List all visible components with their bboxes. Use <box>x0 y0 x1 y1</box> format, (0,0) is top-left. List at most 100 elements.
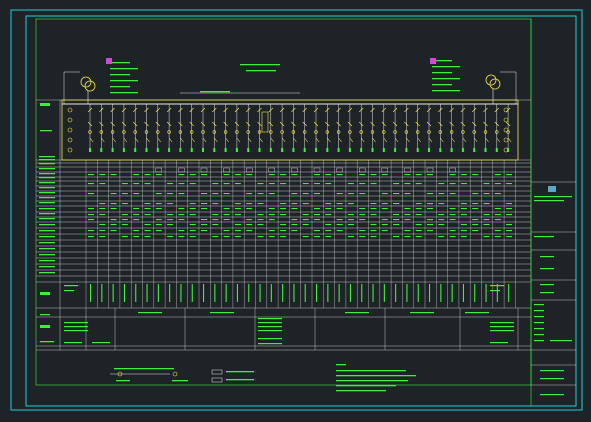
cell-value <box>201 203 207 205</box>
cell-value <box>110 230 117 232</box>
incoming-device-symbol <box>503 127 509 133</box>
feeder-description <box>123 284 125 302</box>
feeder-tag <box>337 148 340 152</box>
cell-value <box>201 208 207 210</box>
earth-switch-symbol <box>134 137 139 143</box>
cell-value <box>381 174 388 176</box>
cell-value <box>393 219 400 221</box>
cell-value <box>325 183 332 185</box>
cell-value <box>359 219 366 221</box>
cell-value <box>88 219 94 221</box>
feeder-description <box>236 284 238 302</box>
remark-text <box>258 343 282 345</box>
feeder-number-box <box>381 167 388 173</box>
row-label-mark <box>39 197 55 199</box>
row-label-mark <box>39 202 55 204</box>
feeder-tag <box>348 148 351 152</box>
cell-value <box>302 203 309 205</box>
feeder-tag <box>394 148 397 152</box>
cell-value <box>291 174 298 176</box>
cell-value <box>494 208 501 210</box>
feeder-description <box>429 284 431 302</box>
cell-value <box>370 236 377 238</box>
row-label-mark <box>39 224 55 226</box>
cell-value <box>438 193 445 195</box>
feeder-description <box>474 284 476 302</box>
feeder-description <box>90 284 92 302</box>
left-transformer-note <box>110 86 130 88</box>
cell-value <box>223 174 230 176</box>
feeder-tag <box>292 148 295 152</box>
feeder-tag <box>382 148 385 152</box>
row-label-mark <box>39 248 55 250</box>
cell-value <box>280 236 287 238</box>
cell-value <box>302 224 309 226</box>
row-label-mark <box>40 292 50 295</box>
legend-symbol <box>172 371 178 377</box>
cell-value <box>110 193 117 195</box>
remark-text <box>410 312 434 314</box>
cell-value <box>110 224 117 226</box>
feeder-description <box>169 284 171 302</box>
cell-value <box>121 203 128 205</box>
cell-value <box>404 236 411 238</box>
cell-value <box>336 208 343 210</box>
feeder-number-box <box>426 167 434 173</box>
row-label-mark <box>39 168 55 170</box>
cell-value <box>167 183 174 185</box>
cell-value <box>393 236 400 238</box>
cell-value <box>155 230 162 232</box>
cell-value <box>314 236 320 238</box>
cell-value <box>314 208 320 210</box>
right-transformer-note <box>432 78 460 80</box>
cell-value <box>302 193 309 195</box>
cell-value <box>144 203 151 205</box>
cell-value <box>472 208 479 210</box>
earth-switch-symbol <box>406 137 410 143</box>
feeder-description <box>157 284 159 302</box>
feeder-description <box>349 284 351 302</box>
cell-value <box>223 219 230 221</box>
switchgear-panel-frame <box>61 99 519 161</box>
center-title-text <box>246 70 276 72</box>
cell-value <box>257 214 264 216</box>
cell-value <box>472 203 479 205</box>
cell-value <box>144 236 151 238</box>
feeder-description <box>338 284 340 302</box>
cell-value <box>133 208 140 210</box>
feeder-tag <box>326 148 329 152</box>
feeder-description <box>485 284 487 302</box>
cell-value <box>427 224 433 226</box>
earth-switch-symbol <box>428 137 433 143</box>
cell-value <box>144 174 151 176</box>
feeder-description <box>146 284 148 302</box>
feeder-tag <box>439 148 442 152</box>
feeder-description <box>316 284 318 302</box>
cell-value <box>393 203 400 205</box>
cell-value <box>506 203 513 205</box>
cell-value <box>99 224 106 226</box>
cell-value <box>212 224 219 226</box>
cell-value <box>155 174 162 176</box>
cell-value <box>212 193 219 195</box>
cell-value <box>370 203 377 205</box>
cell-value <box>460 214 467 216</box>
cell-value <box>438 224 445 226</box>
cell-value <box>223 183 230 185</box>
feeder-description <box>440 284 442 302</box>
feeder-tag <box>258 148 261 152</box>
cell-value <box>234 203 241 205</box>
cell-value <box>449 208 456 210</box>
left-transformer-note <box>110 68 138 70</box>
earth-switch-symbol <box>123 137 128 143</box>
cell-value <box>268 208 275 210</box>
feeder-description <box>395 284 397 302</box>
cell-value <box>336 219 343 221</box>
cell-value <box>121 219 128 221</box>
row-label-mark <box>40 314 50 316</box>
earth-switch-symbol <box>247 137 252 143</box>
cell-value <box>415 224 422 226</box>
cell-value <box>325 214 332 216</box>
cell-value <box>280 174 287 176</box>
feeder-tag <box>213 148 216 152</box>
